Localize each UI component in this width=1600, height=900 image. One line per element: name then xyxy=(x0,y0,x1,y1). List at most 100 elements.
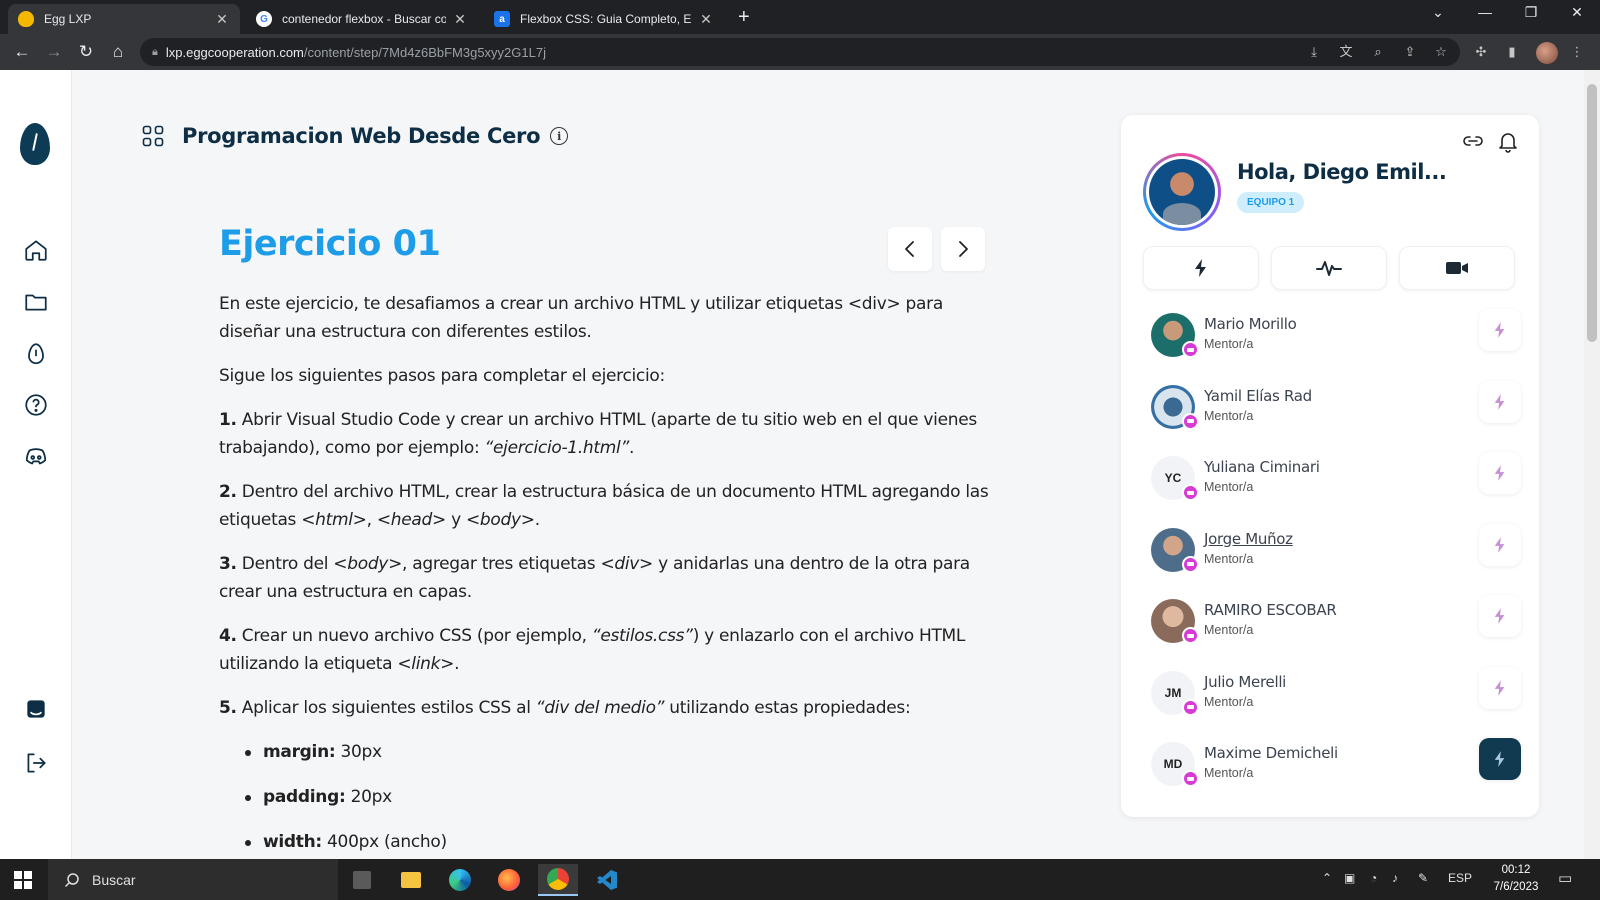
info-icon[interactable]: i xyxy=(550,127,569,145)
chevron-left-icon xyxy=(905,241,914,257)
step-text: . xyxy=(454,654,460,674)
close-window-icon[interactable]: ✕ xyxy=(1554,4,1600,21)
url-host: lxp.eggcooperation.com xyxy=(165,44,304,60)
contact-mentor-button[interactable] xyxy=(1479,380,1521,423)
maximize-icon[interactable]: ❐ xyxy=(1508,4,1554,21)
contact-mentor-button[interactable] xyxy=(1479,738,1521,780)
windows-start-icon[interactable] xyxy=(14,871,32,889)
volume-icon[interactable]: ♪ xyxy=(1392,871,1398,885)
contact-mentor-button[interactable] xyxy=(1479,595,1521,637)
share-icon[interactable]: ⇪ xyxy=(1401,43,1419,61)
list-item[interactable]: Yamil Elías Rad Mentor/a xyxy=(1151,380,1521,453)
clock-time: 00:12 xyxy=(1501,864,1531,876)
contact-mentor-button[interactable] xyxy=(1479,666,1521,709)
activity-button[interactable] xyxy=(1271,246,1387,290)
user-avatar[interactable] xyxy=(1143,153,1221,231)
avatar-inner xyxy=(1146,156,1218,228)
file-explorer-icon[interactable] xyxy=(391,864,431,896)
notifications-icon[interactable]: ▭ xyxy=(1558,869,1572,887)
step-5: 5. Aplicar los siguientes estilos CSS al… xyxy=(219,694,989,722)
show-hidden-icons-icon[interactable]: ⌃ xyxy=(1322,871,1332,885)
close-tab-icon[interactable]: ✕ xyxy=(214,11,230,28)
translate-icon[interactable]: 文 xyxy=(1337,43,1355,61)
pen-icon[interactable]: ✎ xyxy=(1418,871,1428,885)
edge-icon[interactable] xyxy=(440,864,480,896)
reload-icon[interactable]: ↻ xyxy=(76,42,96,62)
system-clock[interactable]: 00:12 7/6/2023 xyxy=(1488,862,1544,896)
grid-menu-icon[interactable] xyxy=(142,125,164,147)
vscode-icon[interactable] xyxy=(587,864,627,896)
property-name: margin: xyxy=(263,742,336,762)
quick-action-button[interactable] xyxy=(1143,246,1259,290)
bell-icon[interactable] xyxy=(1497,129,1519,153)
egg-logo-icon[interactable] xyxy=(20,123,50,165)
step-emphasis: <div> xyxy=(600,554,654,574)
side-panel-icon[interactable]: ▮ xyxy=(1503,43,1521,61)
help-nav-icon[interactable] xyxy=(22,391,50,419)
minimize-icon[interactable]: — xyxy=(1462,4,1508,20)
list-item[interactable]: JM Julio Merelli Mentor/a xyxy=(1151,666,1521,739)
mentor-role: Mentor/a xyxy=(1204,408,1254,423)
property-value: 400px (ancho) xyxy=(321,832,447,852)
property-name: padding: xyxy=(263,787,346,807)
list-item[interactable]: Jorge Muñoz Mentor/a xyxy=(1151,523,1521,596)
address-bar[interactable]: 🔒︎ lxp.eggcooperation.com/content/step/7… xyxy=(140,38,1460,66)
list-item[interactable]: RAMIRO ESCOBAR Mentor/a xyxy=(1151,595,1521,667)
next-step-button[interactable] xyxy=(941,227,985,271)
contact-mentor-button[interactable] xyxy=(1479,452,1521,494)
page-scrollbar[interactable] xyxy=(1584,70,1600,859)
previous-step-button[interactable] xyxy=(888,227,932,271)
url-path: /content/step/7Md4z6BbFM3g5xyy2G1L7j xyxy=(303,44,546,60)
lightning-icon xyxy=(1494,751,1505,767)
mentor-name-link[interactable]: Jorge Muñoz xyxy=(1204,530,1293,548)
tab-flexbox-guide[interactable]: a Flexbox CSS: Guia Completo, Ele ✕ xyxy=(484,4,724,34)
contact-mentor-button[interactable] xyxy=(1479,523,1521,566)
app-tile-icon[interactable] xyxy=(342,864,382,896)
tab-egg-lxp[interactable]: Egg LXP ✕ xyxy=(8,4,240,34)
zoom-icon[interactable]: ⌕ xyxy=(1369,43,1387,61)
folder-nav-icon[interactable] xyxy=(22,288,50,316)
tab-search-chevron-icon[interactable]: ⌄ xyxy=(1415,4,1461,21)
forward-icon[interactable]: → xyxy=(44,42,64,62)
chrome-icon[interactable] xyxy=(538,864,578,896)
list-item[interactable]: YC Yuliana Ciminari Mentor/a xyxy=(1151,452,1521,524)
step-text: Aplicar los siguientes estilos CSS al xyxy=(236,698,536,718)
back-icon[interactable]: ← xyxy=(12,42,32,62)
step-number: 2. xyxy=(219,482,237,502)
scrollbar-thumb[interactable] xyxy=(1587,84,1597,342)
list-item[interactable]: Mario Morillo Mentor/a xyxy=(1151,309,1521,381)
new-tab-icon[interactable]: + xyxy=(738,6,750,29)
bookmark-star-icon[interactable]: ☆ xyxy=(1432,43,1450,61)
inbox-tray-icon[interactable] xyxy=(22,695,50,723)
language-indicator[interactable]: ESP xyxy=(1448,871,1472,885)
link-icon[interactable] xyxy=(1461,129,1485,153)
property-name: width: xyxy=(263,832,322,852)
egg-nav-icon[interactable] xyxy=(22,340,50,368)
video-call-button[interactable] xyxy=(1399,246,1515,290)
home-nav-icon[interactable] xyxy=(22,236,50,264)
install-app-icon[interactable]: ⤓ xyxy=(1305,43,1323,61)
list-item: padding: 20px xyxy=(245,783,989,811)
home-icon[interactable]: ⌂ xyxy=(108,42,128,62)
step-number: 1. xyxy=(219,410,237,430)
logout-icon[interactable] xyxy=(22,749,50,777)
discord-nav-icon[interactable] xyxy=(22,443,50,471)
graduation-cap-icon xyxy=(1182,412,1199,430)
extensions-puzzle-icon[interactable]: ✣ xyxy=(1472,43,1490,61)
taskbar-search[interactable]: Buscar xyxy=(48,859,338,900)
contact-mentor-button[interactable] xyxy=(1479,309,1521,351)
device-icon[interactable]: ▣ xyxy=(1344,871,1355,885)
browser-menu-icon[interactable]: ⋮ xyxy=(1568,43,1586,61)
mentor-role: Mentor/a xyxy=(1204,766,1254,780)
close-tab-icon[interactable]: ✕ xyxy=(698,11,714,28)
close-tab-icon[interactable]: ✕ xyxy=(452,11,468,28)
exercise-title: Ejercicio 01 xyxy=(219,224,441,264)
lightning-icon xyxy=(1494,465,1505,481)
list-item[interactable]: MD Maxime Demicheli Mentor/a xyxy=(1151,738,1521,810)
search-label: Buscar xyxy=(92,871,136,888)
step-emphasis: <body> xyxy=(333,554,403,574)
tab-google-search[interactable]: G contenedor flexbox - Buscar con ✕ xyxy=(246,4,478,34)
wifi-icon[interactable]: ◔ xyxy=(1370,871,1377,885)
firefox-icon[interactable] xyxy=(489,864,529,896)
profile-avatar[interactable] xyxy=(1536,42,1558,64)
